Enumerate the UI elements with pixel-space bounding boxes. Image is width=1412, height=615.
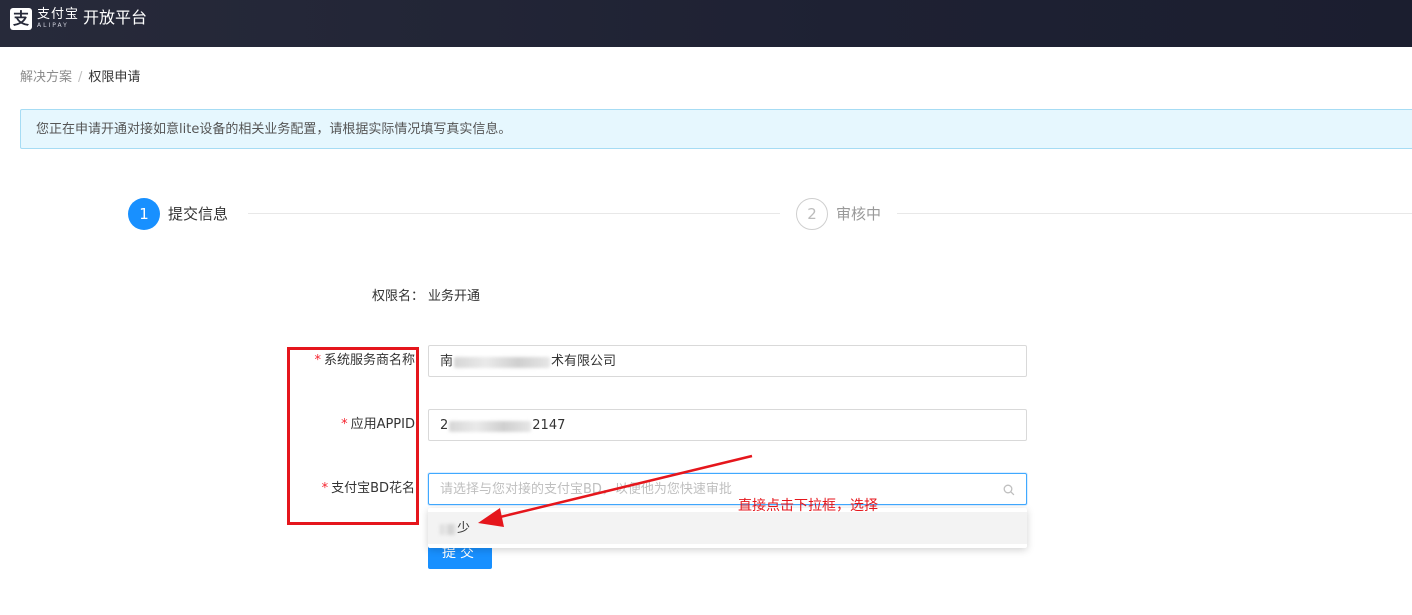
annotation-text: 直接点击下拉框，选择 bbox=[738, 498, 878, 514]
step-1-icon: 1 bbox=[128, 198, 160, 230]
alipay-logo-icon: 支 bbox=[10, 8, 32, 30]
logo-name-cn: 支付宝 bbox=[37, 7, 80, 22]
step-2-title: 审核中 bbox=[836, 205, 882, 223]
bd-name-placeholder: 请选择与您对接的支付宝BD，以便他为您快速审批 bbox=[440, 482, 732, 497]
appid-input[interactable]: 2 2147 bbox=[428, 409, 1027, 441]
appid-value: 2 2147 bbox=[440, 418, 565, 434]
breadcrumb-solutions-link[interactable]: 解决方案 bbox=[20, 70, 72, 85]
step-2-icon: 2 bbox=[796, 198, 828, 230]
info-alert-text: 您正在申请开通对接如意lite设备的相关业务配置，请根据实际情况填写真实信息。 bbox=[36, 122, 512, 137]
dropdown-option-suffix: 少 bbox=[457, 521, 471, 536]
logo-text: 支付宝 ALIPAY bbox=[37, 8, 79, 30]
step-1-title: 提交信息 bbox=[168, 205, 229, 223]
service-provider-value: 南 术有限公司 bbox=[440, 354, 616, 370]
breadcrumb: 解决方案 / 权限申请 bbox=[20, 70, 140, 86]
dropdown-option[interactable]: 少 bbox=[428, 512, 1027, 544]
redacted-text bbox=[449, 420, 532, 432]
breadcrumb-separator: / bbox=[78, 70, 83, 85]
dropdown-option-text: 少 bbox=[440, 521, 470, 537]
permission-name-label: 权限名： bbox=[372, 289, 425, 304]
top-navbar: 支 支付宝 ALIPAY 开放平台 bbox=[0, 0, 1412, 47]
step-connector-tail bbox=[897, 213, 1412, 214]
highlight-box bbox=[287, 347, 419, 525]
logo-name-en: ALIPAY bbox=[37, 22, 69, 29]
redacted-text bbox=[440, 523, 456, 535]
value-suffix: 2147 bbox=[532, 418, 566, 433]
info-alert: 您正在申请开通对接如意lite设备的相关业务配置，请根据实际情况填写真实信息。 bbox=[20, 109, 1412, 149]
redacted-text bbox=[454, 356, 551, 368]
breadcrumb-current: 权限申请 bbox=[88, 70, 141, 85]
value-prefix: 2 bbox=[440, 418, 449, 433]
alipay-logo[interactable]: 支 支付宝 ALIPAY bbox=[10, 8, 79, 30]
value-prefix: 南 bbox=[440, 354, 454, 369]
service-provider-input[interactable]: 南 术有限公司 bbox=[428, 345, 1027, 377]
platform-title[interactable]: 开放平台 bbox=[83, 8, 147, 28]
step-connector bbox=[248, 213, 780, 214]
bd-name-dropdown: 少 bbox=[428, 508, 1027, 548]
value-suffix: 术有限公司 bbox=[551, 354, 617, 369]
permission-name-value: 业务开通 bbox=[428, 289, 481, 304]
bd-name-select[interactable]: 请选择与您对接的支付宝BD，以便他为您快速审批 bbox=[428, 473, 1027, 505]
search-icon[interactable] bbox=[1002, 483, 1016, 497]
